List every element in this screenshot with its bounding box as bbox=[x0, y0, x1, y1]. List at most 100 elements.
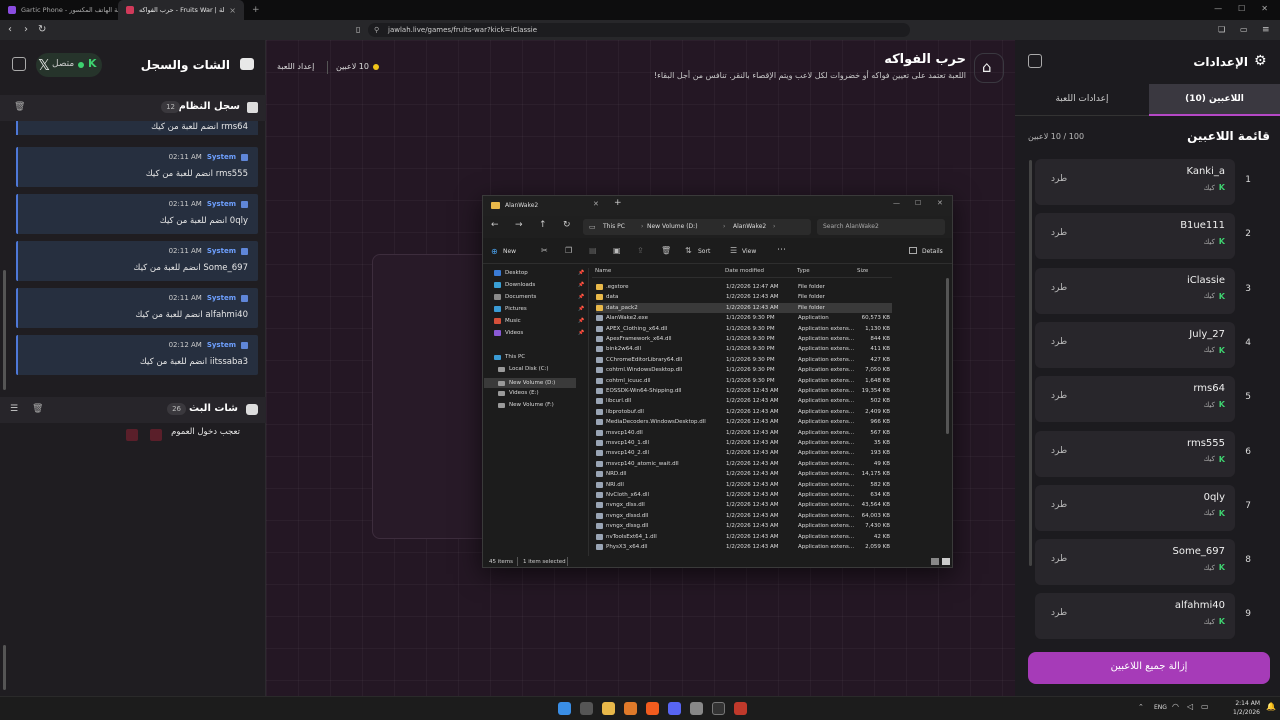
kick-player-button[interactable]: طرد bbox=[1051, 228, 1067, 238]
bookmark-icon[interactable]: ▯ bbox=[356, 24, 360, 36]
paste-icon[interactable]: ▤ bbox=[589, 246, 597, 255]
file-row[interactable]: msvcp140_atomic_wait.dll 1/2/2026 12:43 A… bbox=[596, 459, 892, 469]
app-icon[interactable] bbox=[624, 702, 637, 715]
file-row[interactable]: nvngx_dlssg.dll 1/2/2026 12:43 AM Applicat… bbox=[596, 521, 892, 531]
column-date[interactable]: Date modified bbox=[725, 268, 764, 274]
kick-player-button[interactable]: طرد bbox=[1051, 174, 1067, 184]
file-explorer-icon[interactable] bbox=[602, 702, 615, 715]
menu-icon[interactable]: ≡ bbox=[1262, 24, 1270, 36]
log-scrollbar[interactable] bbox=[3, 270, 6, 390]
file-row[interactable]: msvcp140_2.dll 1/2/2026 12:43 AM Applicati… bbox=[596, 448, 892, 458]
nav-item[interactable]: Desktop 📌 bbox=[494, 270, 584, 276]
tree-item[interactable]: New Volume (F:) bbox=[498, 402, 554, 408]
cut-icon[interactable]: ✂ bbox=[541, 246, 548, 255]
delete-icon[interactable]: 🗑 bbox=[661, 246, 671, 255]
file-row[interactable]: nvngx_dlss.dll 1/2/2026 12:43 AM Applicati… bbox=[596, 500, 892, 510]
browser-tab-fruits-war[interactable]: حرب الفواكه - Fruits War | جولة × bbox=[118, 0, 244, 20]
close-window-icon[interactable]: ✕ bbox=[937, 199, 943, 207]
new-button[interactable]: New bbox=[503, 248, 516, 255]
battery-icon[interactable]: ▭ bbox=[1201, 702, 1209, 711]
file-row[interactable]: msvcp140.dll 1/2/2026 12:43 AM Application… bbox=[596, 428, 892, 438]
wallet-icon[interactable]: ▭ bbox=[1240, 24, 1248, 36]
thumbnail-view-toggle[interactable] bbox=[942, 558, 950, 565]
file-row[interactable]: NRD.dll 1/2/2026 12:43 AM Application exte… bbox=[596, 469, 892, 479]
home-button[interactable]: ⌂ bbox=[974, 53, 1004, 83]
copy-icon[interactable]: ❐ bbox=[565, 246, 572, 255]
kick-player-button[interactable]: طرد bbox=[1051, 500, 1067, 510]
app-icon[interactable] bbox=[734, 702, 747, 715]
kick-player-button[interactable]: طرد bbox=[1051, 391, 1067, 401]
tree-item[interactable]: New Volume (D:) bbox=[484, 378, 576, 388]
file-row[interactable]: nvngx_dlssd.dll 1/2/2026 12:43 AM Applicat… bbox=[596, 511, 892, 521]
kick-player-button[interactable]: طرد bbox=[1051, 608, 1067, 618]
back-icon[interactable]: ‹ bbox=[8, 24, 12, 36]
collapse-panel-icon[interactable] bbox=[1028, 54, 1042, 68]
file-row[interactable]: AlanWake2.exe 1/1/2026 9:30 PM Application… bbox=[596, 313, 892, 323]
tray-overflow-icon[interactable]: ⌃ bbox=[1138, 703, 1144, 711]
new-tab-button[interactable]: + bbox=[244, 0, 268, 20]
back-icon[interactable]: ← bbox=[491, 220, 499, 230]
nav-item[interactable]: Downloads 📌 bbox=[494, 282, 584, 288]
file-row[interactable]: NRI.dll 1/2/2026 12:43 AM Application exte… bbox=[596, 480, 892, 490]
details-button[interactable]: Details bbox=[922, 248, 943, 255]
file-row[interactable]: msvcp140_1.dll 1/2/2026 12:43 AM Applicati… bbox=[596, 438, 892, 448]
trash-icon[interactable]: 🗑 bbox=[14, 102, 25, 112]
file-row[interactable]: CChromeEditorLibrary64.dll 1/1/2026 9:30 … bbox=[596, 355, 892, 365]
discord-icon[interactable] bbox=[668, 702, 681, 715]
reload-icon[interactable]: ↻ bbox=[38, 24, 46, 36]
file-row[interactable]: EOSSDK-Win64-Shipping.dll 1/2/2026 12:43 … bbox=[596, 386, 892, 396]
extensions-icon[interactable]: ❏ bbox=[1218, 24, 1225, 36]
file-row[interactable]: bink2w64.dll 1/1/2026 9:30 PM Application … bbox=[596, 344, 892, 354]
start-icon[interactable] bbox=[558, 702, 571, 715]
file-row[interactable]: cohtml.WindowsDesktop.dll 1/1/2026 9:30 P… bbox=[596, 365, 892, 375]
kick-player-button[interactable]: طرد bbox=[1051, 554, 1067, 564]
game-setup-link[interactable]: إعداد اللعبة bbox=[277, 62, 314, 71]
tree-item[interactable]: This PC bbox=[494, 354, 525, 360]
breadcrumb[interactable]: ▭ This PC › New Volume (D:) › AlanWake2 … bbox=[583, 219, 811, 235]
forward-icon[interactable]: → bbox=[515, 220, 523, 230]
collapse-panel-icon[interactable] bbox=[12, 57, 26, 71]
file-row[interactable]: libprotobuf.dll 1/2/2026 12:43 AM Applicat… bbox=[596, 407, 892, 417]
list-view-toggle[interactable] bbox=[931, 558, 939, 565]
players-scrollbar[interactable] bbox=[1029, 160, 1032, 566]
close-tab-icon[interactable]: ✕ bbox=[593, 200, 599, 208]
file-row[interactable]: MediaDecoders.WindowsDesktop.dll 1/2/2026… bbox=[596, 417, 892, 427]
tab-game-settings[interactable]: إعدادات اللعبة bbox=[1015, 84, 1149, 116]
notification-icon[interactable]: 🔔 bbox=[1266, 702, 1276, 711]
remove-all-players-button[interactable]: إزالة جميع اللاعبين bbox=[1028, 652, 1270, 684]
address-bar[interactable]: ⚲ jawlah.live/games/fruits-war?kick=iCla… bbox=[368, 23, 910, 37]
tree-item[interactable]: Videos (E:) bbox=[498, 390, 539, 396]
nav-item[interactable]: Videos 📌 bbox=[494, 330, 584, 336]
kick-player-button[interactable]: طرد bbox=[1051, 446, 1067, 456]
live-chat-header[interactable]: ☰ 🗑 شات البث 26 bbox=[0, 397, 266, 423]
maximize-icon[interactable]: ☐ bbox=[1238, 4, 1245, 13]
clock-date[interactable]: 1/2/2026 bbox=[1222, 709, 1260, 716]
site-info-icon[interactable]: ⚲ bbox=[374, 23, 379, 37]
sort-button[interactable]: Sort bbox=[698, 248, 710, 255]
app-icon[interactable] bbox=[690, 702, 703, 715]
forward-icon[interactable]: › bbox=[24, 24, 28, 36]
rename-icon[interactable]: ▣ bbox=[613, 246, 621, 255]
chat-scrollbar[interactable] bbox=[3, 645, 6, 690]
file-row[interactable]: data_pack2 1/2/2026 12:43 AM File folder bbox=[596, 302, 892, 314]
column-size[interactable]: Size bbox=[857, 268, 868, 274]
up-icon[interactable]: ↑ bbox=[539, 220, 547, 230]
file-row[interactable]: NvCloth_x64.dll 1/2/2026 12:43 AM Applicat… bbox=[596, 490, 892, 500]
file-row[interactable]: ApexFramework_x64.dll 1/1/2026 9:30 PM App… bbox=[596, 334, 892, 344]
view-button[interactable]: View bbox=[742, 248, 756, 255]
file-row[interactable]: .egstore 1/2/2026 12:47 AM File folder bbox=[596, 282, 892, 292]
app-icon[interactable] bbox=[712, 702, 725, 715]
breadcrumb-volume[interactable]: New Volume (D:) bbox=[647, 219, 698, 235]
brave-icon[interactable] bbox=[646, 702, 659, 715]
close-window-icon[interactable]: ✕ bbox=[1261, 4, 1268, 13]
trash-icon[interactable]: 🗑 bbox=[32, 404, 43, 414]
file-row[interactable]: cohtml_icuuc.dll 1/1/2026 9:30 PM Applicat… bbox=[596, 376, 892, 386]
nav-item[interactable]: Music 📌 bbox=[494, 318, 584, 324]
system-log-header[interactable]: 🗑 سجل النظام 12 bbox=[0, 95, 266, 121]
volume-icon[interactable]: ◁ bbox=[1187, 702, 1193, 711]
search-input[interactable]: Search AlanWake2 bbox=[817, 219, 945, 235]
minimize-icon[interactable]: — bbox=[1214, 4, 1222, 13]
close-tab-icon[interactable]: × bbox=[229, 6, 236, 15]
maximize-icon[interactable]: ☐ bbox=[915, 199, 921, 207]
search-icon[interactable] bbox=[580, 702, 593, 715]
